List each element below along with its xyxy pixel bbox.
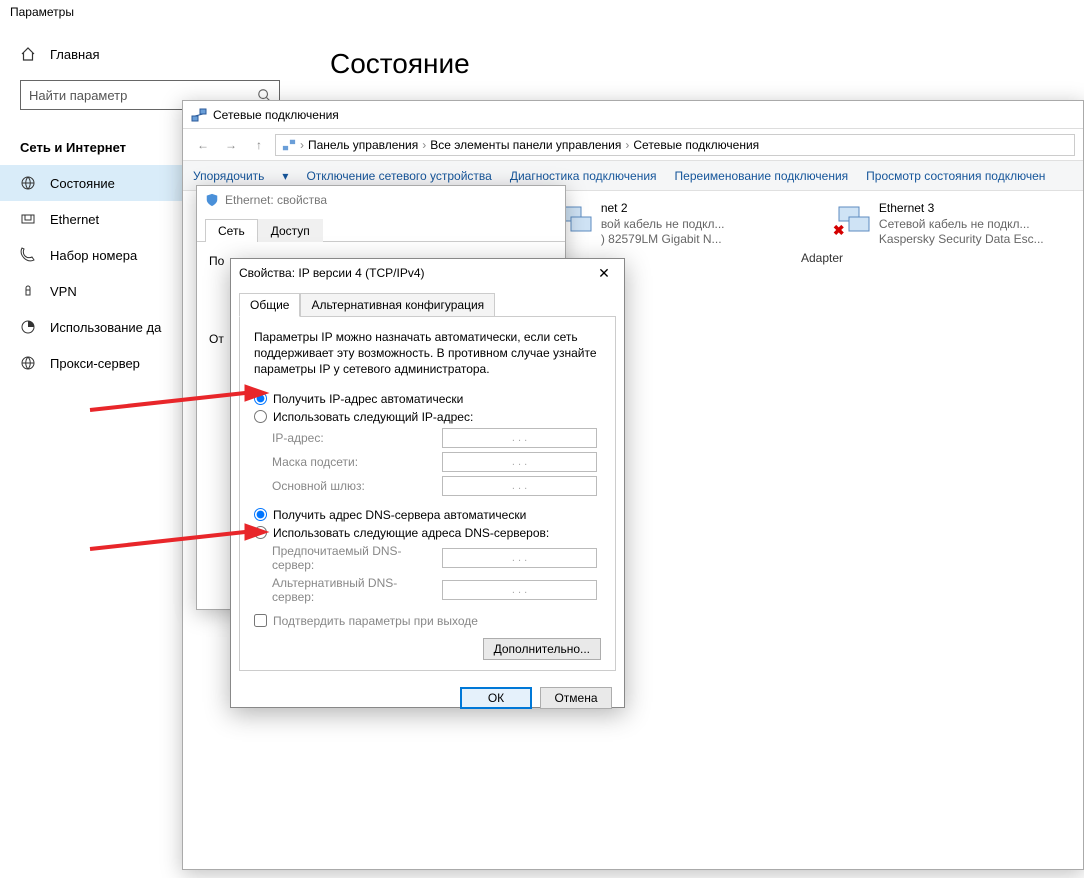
dns-preferred-label: Предпочитаемый DNS-сервер: [272,544,432,572]
adapter-icon: ✖ [835,201,871,237]
adapter-device: ) 82579LM Gigabit N... [601,232,725,248]
sidebar-item-label: Использование да [50,320,161,335]
radio-ip-auto-label: Получить IP-адрес автоматически [273,392,463,406]
close-button[interactable]: ✕ [592,261,616,285]
shield-icon [205,193,219,207]
ipv4-tabs: Общие Альтернативная конфигурация [231,287,624,317]
sidebar-home-label: Главная [50,47,99,62]
breadcrumb[interactable]: › Панель управления › Все элементы панел… [275,134,1075,156]
adapter-ethernet-3[interactable]: ✖ Ethernet 3 Сетевой кабель не подкл... … [835,201,1073,248]
validate-label: Подтвердить параметры при выходе [273,614,478,628]
sidebar-item-label: Прокси-сервер [50,356,140,371]
validate-checkbox-row[interactable]: Подтвердить параметры при выходе [254,614,601,628]
ethernet-icon [20,211,36,227]
radio-ip-manual[interactable]: Использовать следующий IP-адрес: [254,410,601,424]
adapter-device: Kaspersky Security Data Esc... [879,232,1044,248]
subnet-mask-label: Маска подсети: [272,455,432,469]
ethprops-tabs: Сеть Доступ [197,218,565,242]
radio-dns-manual-input[interactable] [254,526,267,539]
breadcrumb-net[interactable]: Сетевые подключения [633,138,759,152]
tab-general[interactable]: Общие [239,293,300,317]
tab-alternative[interactable]: Альтернативная конфигурация [300,293,495,317]
nav-up-button[interactable]: ↑ [247,133,271,157]
gateway-label: Основной шлюз: [272,479,432,493]
error-icon: ✖ [833,222,845,239]
subnet-mask-input[interactable]: . . . [442,452,597,472]
adapter-status: Сетевой кабель не подкл... [879,217,1044,233]
radio-dns-manual[interactable]: Использовать следующие адреса DNS-сервер… [254,526,601,540]
explorer-title: Сетевые подключения [213,108,339,122]
toolbar-rename[interactable]: Переименование подключения [675,169,849,183]
toolbar-organize[interactable]: Упорядочить [193,169,264,183]
explorer-titlebar: Сетевые подключения [183,101,1083,129]
dns-preferred-input[interactable]: . . . [442,548,597,568]
chevron-right-icon: › [625,138,629,152]
adapter-status: вой кабель не подкл... [601,217,725,233]
sidebar-home[interactable]: Главная [0,38,300,70]
radio-dns-manual-label: Использовать следующие адреса DNS-сервер… [273,526,549,540]
settings-titlebar: Параметры [0,0,1084,28]
home-icon [20,46,36,62]
globe-icon [20,355,36,371]
data-usage-icon [20,319,36,335]
chevron-right-icon: › [422,138,426,152]
validate-checkbox[interactable] [254,614,267,627]
ok-button[interactable]: ОК [460,687,532,709]
toolbar-view-status[interactable]: Просмотр состояния подключен [866,169,1045,183]
ip-address-input[interactable]: . . . [442,428,597,448]
adapter-name: Ethernet 3 [879,201,1044,217]
vpn-icon [20,283,36,299]
tab-access[interactable]: Доступ [258,219,323,242]
nav-forward-button[interactable]: → [219,133,243,157]
search-placeholder: Найти параметр [29,88,127,103]
dns-fields: Предпочитаемый DNS-сервер: . . . Альтерн… [272,544,601,604]
status-icon [20,175,36,191]
sidebar-item-label: Ethernet [50,212,99,227]
phone-icon [20,247,36,263]
settings-title: Параметры [10,5,74,19]
chevron-right-icon: › [300,138,304,152]
dns-alternate-input[interactable]: . . . [442,580,597,600]
breadcrumb-all[interactable]: Все элементы панели управления [430,138,621,152]
ipv4-footer: ОК Отмена [231,679,624,717]
ipv4-panel: Параметры IP можно назначать автоматичес… [239,316,616,671]
advanced-button[interactable]: Дополнительно... [483,638,601,660]
nav-back-button[interactable]: ← [191,133,215,157]
tab-network[interactable]: Сеть [205,219,258,242]
toolbar-disable[interactable]: Отключение сетевого устройства [306,169,491,183]
radio-ip-auto[interactable]: Получить IP-адрес автоматически [254,392,601,406]
gateway-input[interactable]: . . . [442,476,597,496]
radio-dns-auto[interactable]: Получить адрес DNS-сервера автоматически [254,508,601,522]
toolbar-diagnose[interactable]: Диагностика подключения [510,169,657,183]
sidebar-item-label: Состояние [50,176,115,191]
ipv4-title: Свойства: IP версии 4 (TCP/IPv4) [239,266,425,280]
radio-ip-auto-input[interactable] [254,392,267,405]
ipv4-properties-window: Свойства: IP версии 4 (TCP/IPv4) ✕ Общие… [230,258,625,708]
ip-address-label: IP-адрес: [272,431,432,445]
breadcrumb-cp[interactable]: Панель управления [308,138,418,152]
network-icon [191,107,207,123]
ipv4-titlebar: Свойства: IP версии 4 (TCP/IPv4) ✕ [231,259,624,287]
ethprops-title: Ethernet: свойства [225,193,327,207]
sidebar-item-label: VPN [50,284,77,299]
dns-alternate-label: Альтернативный DNS-сервер: [272,576,432,604]
radio-dns-auto-input[interactable] [254,508,267,521]
ip-fields: IP-адрес: . . . Маска подсети: . . . Осн… [272,428,601,496]
adapter-label: Adapter [801,251,843,265]
radio-dns-auto-label: Получить адрес DNS-сервера автоматически [273,508,526,522]
ethprops-titlebar: Ethernet: свойства [197,186,565,214]
explorer-addressbar: ← → ↑ › Панель управления › Все элементы… [183,129,1083,161]
ipv4-description: Параметры IP можно назначать автоматичес… [254,329,601,378]
adapter-name: net 2 [601,201,725,217]
adapter-ethernet-2[interactable]: net 2 вой кабель не подкл... ) 82579LM G… [557,201,795,248]
sidebar-item-label: Набор номера [50,248,137,263]
cancel-button[interactable]: Отмена [540,687,612,709]
network-icon [282,138,296,152]
page-title: Состояние [330,48,1054,80]
radio-ip-manual-label: Использовать следующий IP-адрес: [273,410,473,424]
radio-ip-manual-input[interactable] [254,410,267,423]
